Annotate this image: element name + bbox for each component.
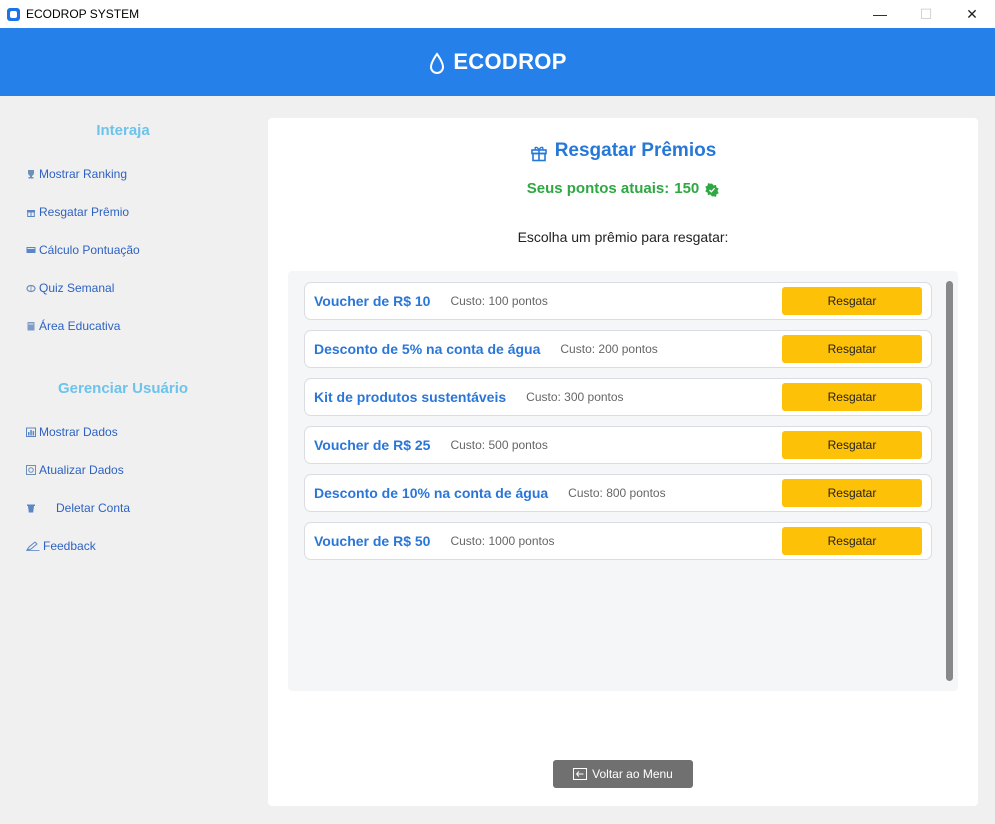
points-display: Seus pontos atuais: 150 <box>268 180 978 197</box>
points-label: Seus pontos atuais: <box>526 180 670 197</box>
prize-row: Desconto de 5% na conta de água Custo: 2… <box>304 330 932 368</box>
sidebar-item-quiz-semanal[interactable]: Quiz Semanal <box>26 281 114 295</box>
prize-row: Desconto de 10% na conta de água Custo: … <box>304 474 932 512</box>
sidebar-item-area-educativa[interactable]: Área Educativa <box>26 319 120 333</box>
sidebar-item-label: Cálculo Pontuação <box>39 243 140 257</box>
redeem-button[interactable]: Resgatar <box>782 479 922 507</box>
app-header: ECODROP <box>0 28 995 96</box>
calculator-icon <box>26 245 36 255</box>
sidebar-item-label: Área Educativa <box>39 319 121 333</box>
sidebar-item-feedback[interactable]: Feedback <box>26 539 96 553</box>
gift-icon <box>530 146 547 161</box>
scrollbar[interactable] <box>946 281 953 681</box>
redeem-button[interactable]: Resgatar <box>782 335 922 363</box>
redeem-button[interactable]: Resgatar <box>782 527 922 555</box>
prize-row: Voucher de R$ 25 Custo: 500 pontos Resga… <box>304 426 932 464</box>
back-button-label: Voltar ao Menu <box>592 767 673 781</box>
refresh-icon <box>26 465 36 475</box>
prize-name: Desconto de 5% na conta de água <box>314 341 541 357</box>
sidebar-item-label: Resgatar Prêmio <box>39 205 130 219</box>
minimize-button[interactable]: — <box>857 0 903 28</box>
sidebar-item-atualizar-dados[interactable]: Atualizar Dados <box>26 463 124 477</box>
prize-list: Voucher de R$ 10 Custo: 100 pontos Resga… <box>288 271 958 691</box>
gift-icon <box>26 207 36 217</box>
prize-row: Voucher de R$ 10 Custo: 100 pontos Resga… <box>304 282 932 320</box>
window-controls: — ☐ ✕ <box>857 0 995 28</box>
book-icon <box>26 321 36 331</box>
points-value: 150 <box>674 180 700 197</box>
redeem-button[interactable]: Resgatar <box>782 431 922 459</box>
sidebar-item-mostrar-dados[interactable]: Mostrar Dados <box>26 425 118 439</box>
sidebar-item-label: Atualizar Dados <box>39 463 124 477</box>
water-drop-icon <box>430 52 445 74</box>
prize-cost: Custo: 300 pontos <box>526 390 624 404</box>
sidebar-item-calculo-pontuacao[interactable]: Cálculo Pontuação <box>26 243 140 257</box>
bar-chart-icon <box>26 427 36 437</box>
prize-cost: Custo: 1000 pontos <box>450 534 555 548</box>
instruction-text: Escolha um prêmio para resgatar: <box>517 229 729 245</box>
prize-cost: Custo: 200 pontos <box>560 342 658 356</box>
sidebar: Interaja Mostrar Ranking Resgatar Prêmio… <box>0 96 248 824</box>
close-button[interactable]: ✕ <box>949 0 995 28</box>
prize-name: Desconto de 10% na conta de água <box>314 485 549 501</box>
prize-name: Voucher de R$ 25 <box>314 437 431 453</box>
sidebar-item-deletar-conta[interactable]: Deletar Conta <box>26 501 130 515</box>
prizes-panel: Resgatar Prêmios Seus pontos atuais: 150… <box>268 118 978 806</box>
redeem-button[interactable]: Resgatar <box>782 287 922 315</box>
back-arrow-icon <box>573 768 588 780</box>
page-title-text: Resgatar Prêmios <box>554 140 717 161</box>
pencil-icon <box>26 541 40 551</box>
app-icon <box>7 7 20 21</box>
sidebar-heading-interaja: Interaja <box>96 122 150 139</box>
prize-name: Voucher de R$ 10 <box>314 293 431 309</box>
prize-cost: Custo: 800 pontos <box>568 486 666 500</box>
sidebar-item-mostrar-ranking[interactable]: Mostrar Ranking <box>26 167 127 181</box>
page-title: Resgatar Prêmios <box>268 140 978 162</box>
sidebar-item-label: Quiz Semanal <box>39 281 115 295</box>
window-title: ECODROP SYSTEM <box>26 7 140 21</box>
prize-cost: Custo: 500 pontos <box>450 438 548 452</box>
prize-name: Voucher de R$ 50 <box>314 533 431 549</box>
sidebar-item-label: Deletar Conta <box>56 501 131 515</box>
header-brand: ECODROP <box>428 48 566 76</box>
sidebar-item-label: Feedback <box>43 539 96 553</box>
sidebar-item-resgatar-premio[interactable]: Resgatar Prêmio <box>26 205 129 219</box>
trophy-icon <box>26 169 36 179</box>
badge-icon <box>705 183 719 197</box>
brain-icon <box>26 283 36 293</box>
prize-row: Voucher de R$ 50 Custo: 1000 pontos Resg… <box>304 522 932 560</box>
trash-icon <box>26 503 36 513</box>
maximize-button[interactable]: ☐ <box>903 0 949 28</box>
header-title: ECODROP <box>453 49 567 74</box>
sidebar-item-label: Mostrar Dados <box>39 425 118 439</box>
window-titlebar: ECODROP SYSTEM — ☐ ✕ <box>0 0 995 28</box>
sidebar-item-label: Mostrar Ranking <box>39 167 128 181</box>
redeem-button[interactable]: Resgatar <box>782 383 922 411</box>
prize-row: Kit de produtos sustentáveis Custo: 300 … <box>304 378 932 416</box>
prize-name: Kit de produtos sustentáveis <box>314 389 507 405</box>
back-to-menu-button[interactable]: Voltar ao Menu <box>553 760 693 788</box>
prize-cost: Custo: 100 pontos <box>450 294 548 308</box>
sidebar-heading-gerenciar-usuario: Gerenciar Usuário <box>57 380 189 397</box>
